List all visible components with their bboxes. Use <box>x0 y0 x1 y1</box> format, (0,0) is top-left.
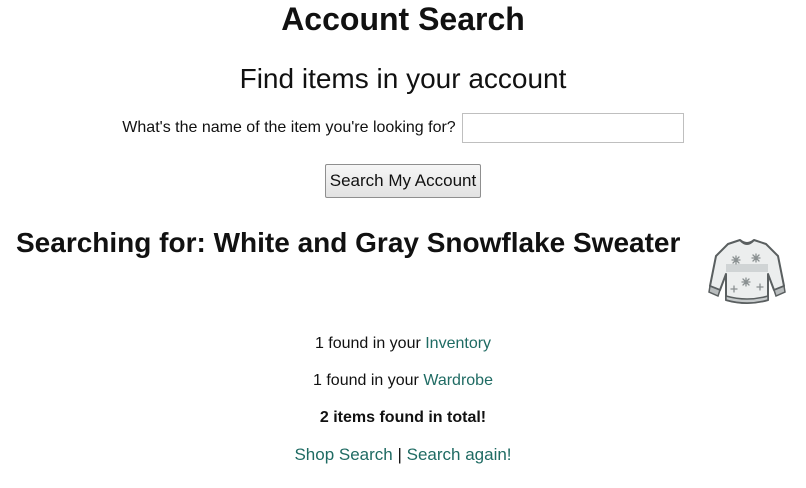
footer-links: Shop Search | Search again! <box>0 445 806 465</box>
wardrobe-link[interactable]: Wardrobe <box>423 372 493 389</box>
search-input[interactable] <box>461 113 684 143</box>
shop-search-link[interactable]: Shop Search <box>294 445 392 464</box>
sweater-icon <box>708 239 786 304</box>
searched-item-name: White and Gray Snowflake Sweater <box>213 227 681 258</box>
search-form-row: What's the name of the item you're looki… <box>0 110 806 146</box>
page-subtitle: Find items in your account <box>239 63 567 94</box>
total-found-text: 2 items found in total! <box>319 409 487 426</box>
wardrobe-count-text: 1 found in your <box>313 372 424 389</box>
inventory-link[interactable]: Inventory <box>425 335 491 352</box>
page-title: Account Search <box>281 1 525 37</box>
searching-for-prefix: Searching for: <box>16 227 214 258</box>
inventory-count-text: 1 found in your <box>314 335 426 352</box>
wardrobe-result: 1 found in your Wardrobe <box>0 371 806 391</box>
search-button-container: Search My Account <box>0 164 806 198</box>
searching-for-heading: Searching for: White and Gray Snowflake … <box>16 226 680 260</box>
search-my-account-button[interactable]: Search My Account <box>324 164 482 198</box>
inventory-result: 1 found in your Inventory <box>0 334 806 354</box>
search-label: What's the name of the item you're looki… <box>122 119 456 136</box>
link-separator: | <box>392 445 407 464</box>
search-again-link[interactable]: Search again! <box>407 445 512 464</box>
